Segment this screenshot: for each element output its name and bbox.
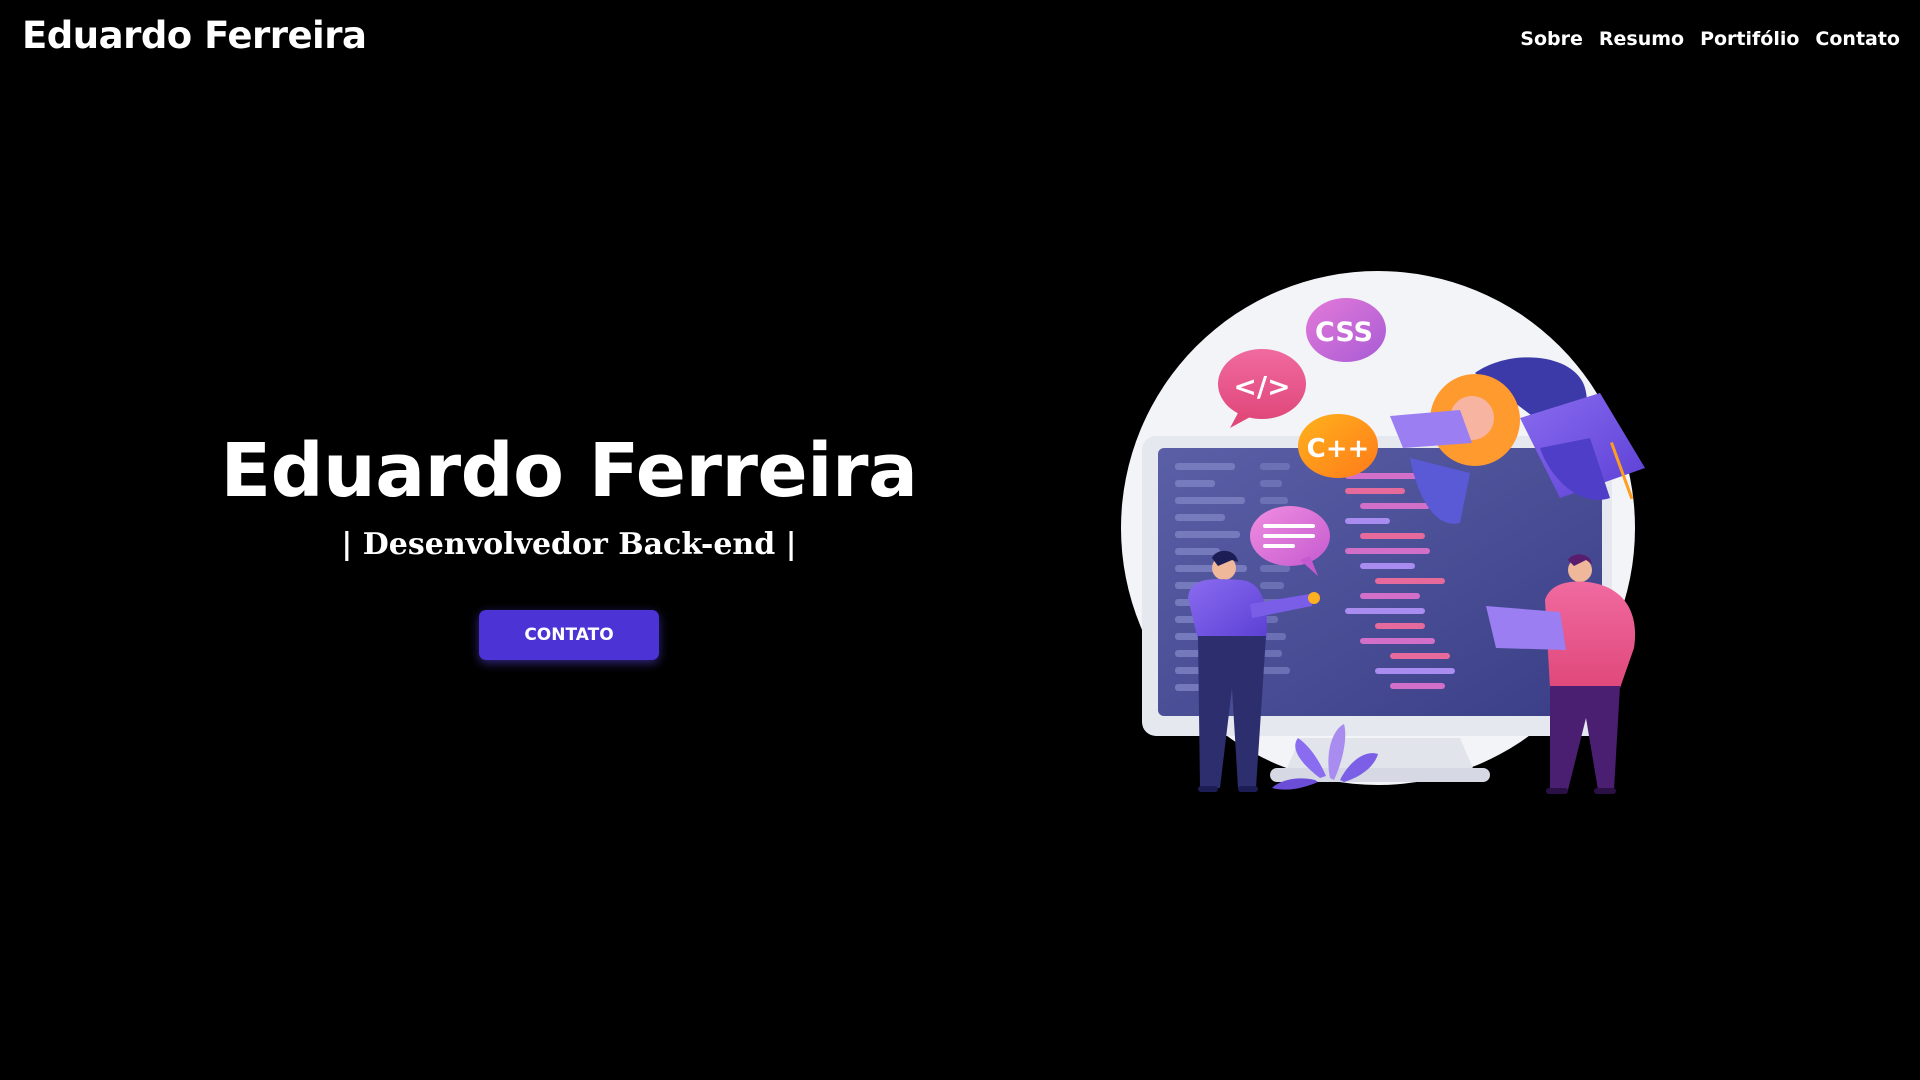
developers-illustration: </> CSS C++ <box>1121 271 1645 794</box>
css-bubble-label: CSS <box>1315 317 1373 348</box>
css-bubble: CSS <box>1306 298 1386 362</box>
main-nav: Sobre Resumo Portifólio Contato <box>1520 28 1900 50</box>
contact-button[interactable]: CONTATO <box>479 610 659 660</box>
cpp-bubble: C++ <box>1298 414 1378 478</box>
site-header: Eduardo Ferreira Sobre Resumo Portifólio… <box>0 0 1920 80</box>
site-logo-text[interactable]: Eduardo Ferreira <box>22 14 367 57</box>
nav-link-contato[interactable]: Contato <box>1815 28 1900 50</box>
nav-link-portifolio[interactable]: Portifólio <box>1700 28 1799 50</box>
nav-link-sobre[interactable]: Sobre <box>1520 28 1583 50</box>
nav-link-resumo[interactable]: Resumo <box>1599 28 1684 50</box>
code-bubble-label: </> <box>1233 370 1290 403</box>
cpp-bubble-label: C++ <box>1307 434 1370 464</box>
hero-title: Eduardo Ferreira <box>220 428 918 514</box>
hero-subtitle: | Desenvolvedor Back-end | <box>341 527 797 562</box>
